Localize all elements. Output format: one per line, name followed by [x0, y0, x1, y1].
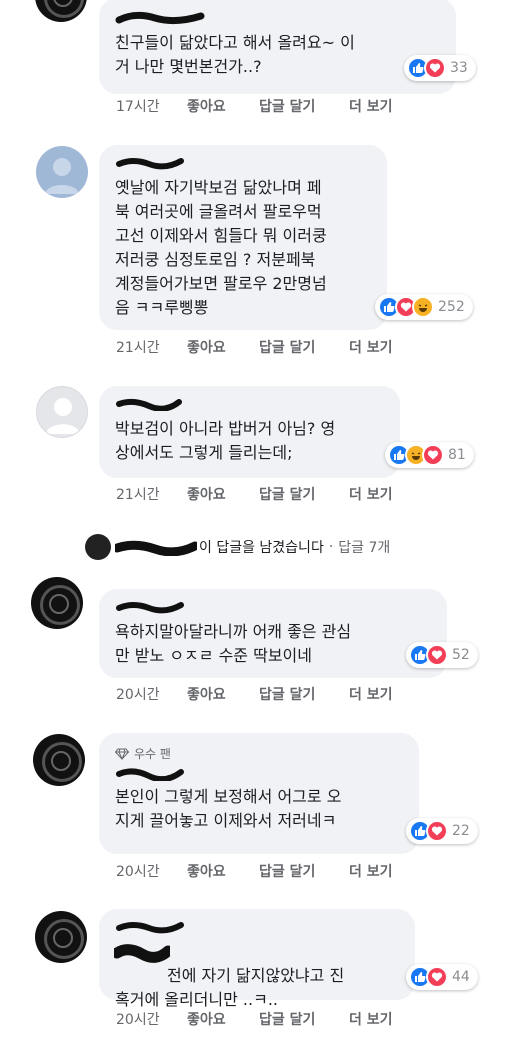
comment-time[interactable]: 21시간 [116, 337, 187, 357]
comment-actions: 21시간 좋아요 답글 달기 더 보기 [116, 484, 393, 504]
more-button[interactable]: 더 보기 [349, 337, 393, 357]
comment-actions: 20시간 좋아요 답글 달기 더 보기 [116, 684, 393, 704]
comment-bubble: 박보검이 아니라 밥버거 아님? 영 상에서도 그렇게 들리는데; [99, 386, 400, 478]
diamond-icon [115, 748, 129, 760]
top-fan-badge: 우수 팬 [115, 745, 405, 762]
reaction-count: 44 [452, 969, 470, 985]
more-button[interactable]: 더 보기 [349, 484, 393, 504]
redacted-name [116, 158, 184, 170]
reaction-summary[interactable]: 44 [406, 964, 478, 990]
reaction-count: 33 [450, 60, 468, 76]
reply-button[interactable]: 답글 달기 [259, 684, 349, 704]
comment-text: 박보검이 아니라 밥버거 아님? 영 상에서도 그렇게 들리는데; [115, 419, 336, 462]
like-button[interactable]: 좋아요 [187, 96, 259, 116]
comment-text: 친구들이 닮았다고 해서 올려요~ 이 거 나만 몇번본건가..? [115, 33, 355, 76]
avatar[interactable] [31, 577, 83, 629]
comment-time[interactable]: 20시간 [116, 684, 187, 704]
love-icon [422, 444, 444, 466]
view-replies-link[interactable]: 이 답글을 남겼습니다 · 답글 7개 [85, 534, 390, 560]
redacted-name [115, 540, 197, 556]
comment-text: 욕하지말아달라니까 어캐 좋은 관심 만 받노 ㅇㅈㄹ 수준 딱보이네 [115, 622, 352, 665]
badge-label: 우수 팬 [134, 747, 171, 761]
redacted-name [116, 602, 184, 614]
comment-bubble: 우수 팬 본인이 그렇게 보정해서 어그로 오 지게 끌어놓고 이제와서 저러네… [99, 733, 419, 854]
more-button[interactable]: 더 보기 [349, 1009, 393, 1029]
reaction-summary[interactable]: 22 [406, 818, 478, 844]
comment-actions: 20시간 좋아요 답글 달기 더 보기 [116, 861, 393, 881]
avatar[interactable] [36, 386, 88, 438]
love-icon [424, 57, 446, 79]
reaction-count: 252 [438, 299, 465, 315]
reaction-summary[interactable]: 252 [375, 294, 473, 320]
more-button[interactable]: 더 보기 [349, 861, 393, 881]
love-icon [426, 820, 448, 842]
comment-text: 본인이 그렇게 보정해서 어그로 오 지게 끌어놓고 이제와서 저러네ㅋ [115, 787, 342, 830]
reply-button[interactable]: 답글 달기 [259, 861, 349, 881]
reaction-summary[interactable]: 81 [385, 442, 474, 468]
comment-time[interactable]: 20시간 [116, 1009, 187, 1029]
comment-time[interactable]: 21시간 [116, 484, 187, 504]
reaction-count: 81 [448, 447, 466, 463]
reply-button[interactable]: 답글 달기 [259, 484, 349, 504]
replies-separator: · [328, 539, 334, 555]
comment-time[interactable]: 20시간 [116, 861, 187, 881]
like-button[interactable]: 좋아요 [187, 861, 259, 881]
comment-actions: 21시간 좋아요 답글 달기 더 보기 [116, 337, 393, 357]
redacted-mention [114, 944, 170, 963]
like-button[interactable]: 좋아요 [187, 684, 259, 704]
avatar [85, 534, 111, 560]
love-icon [426, 644, 448, 666]
haha-icon [412, 296, 434, 318]
avatar[interactable] [33, 734, 85, 786]
redacted-name [116, 922, 184, 934]
comment-text: 옛날에 자기박보검 닮았나며 페 북 여러곳에 글올려서 팔로우먹 고선 이제와… [115, 178, 327, 317]
like-button[interactable]: 좋아요 [187, 1009, 259, 1029]
reaction-count: 52 [452, 647, 470, 663]
like-button[interactable]: 좋아요 [187, 484, 259, 504]
redacted-name [115, 11, 205, 25]
comment-time[interactable]: 17시간 [116, 96, 187, 116]
comment-actions: 20시간 좋아요 답글 달기 더 보기 [116, 1009, 393, 1029]
reaction-count: 22 [452, 823, 470, 839]
reply-button[interactable]: 답글 달기 [259, 96, 349, 116]
like-button[interactable]: 좋아요 [187, 337, 259, 357]
replies-text: 이 답글을 남겼습니다 [199, 540, 324, 556]
avatar[interactable] [35, 911, 87, 963]
reply-button[interactable]: 답글 달기 [259, 1009, 349, 1029]
redacted-name [116, 768, 184, 781]
comment-bubble: 욕하지말아달라니까 어캐 좋은 관심 만 받노 ㅇㅈㄹ 수준 딱보이네 [99, 589, 447, 678]
more-button[interactable]: 더 보기 [349, 684, 393, 704]
avatar[interactable] [35, 0, 87, 22]
reaction-summary[interactable]: 52 [406, 642, 478, 668]
love-icon [426, 966, 448, 988]
comment-bubble: 친구들이 닮았다고 해서 올려요~ 이 거 나만 몇번본건가..? [99, 0, 456, 94]
redacted-name [116, 398, 182, 411]
comment-bubble: 옛날에 자기박보검 닮았나며 페 북 여러곳에 글올려서 팔로우먹 고선 이제와… [99, 145, 387, 330]
reply-button[interactable]: 답글 달기 [259, 337, 349, 357]
replies-count: 답글 7개 [338, 540, 391, 556]
reaction-summary[interactable]: 33 [404, 55, 476, 81]
comment-actions: 17시간 좋아요 답글 달기 더 보기 [116, 96, 393, 116]
avatar[interactable] [36, 146, 88, 198]
more-button[interactable]: 더 보기 [349, 96, 393, 116]
